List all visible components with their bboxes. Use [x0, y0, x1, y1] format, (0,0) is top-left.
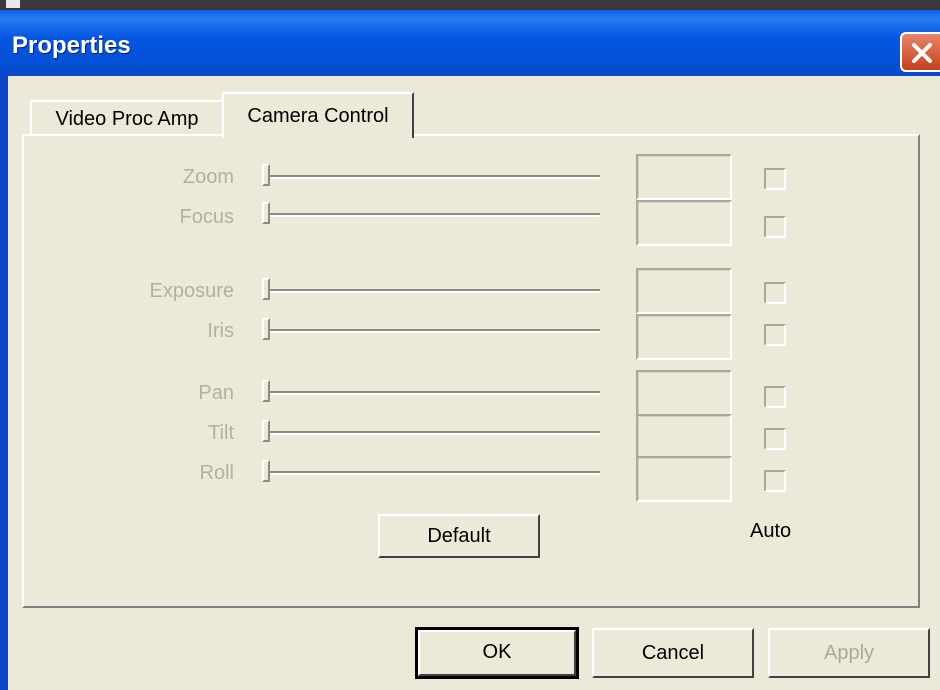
exposure-label: Exposure [149, 280, 235, 302]
focus-slider[interactable] [262, 202, 600, 224]
title-bar[interactable]: Properties [0, 10, 940, 76]
exposure-auto-checkbox[interactable] [764, 282, 786, 304]
slider-thumb[interactable] [262, 164, 270, 186]
slider-track [266, 431, 600, 435]
ok-button-label: OK [482, 641, 512, 663]
exposure-slider[interactable] [262, 278, 600, 300]
slider-track [266, 175, 600, 179]
zoom-auto-checkbox[interactable] [764, 168, 786, 190]
tab-label: Camera Control [247, 105, 389, 127]
pan-slider[interactable] [262, 380, 600, 402]
tab-joiner [224, 136, 412, 142]
roll-label: Roll [199, 462, 234, 484]
iris-label: Iris [207, 320, 234, 342]
default-button[interactable]: Default [378, 514, 540, 558]
zoom-value-field[interactable] [636, 154, 732, 200]
window-title: Properties [12, 32, 131, 59]
close-icon [912, 43, 932, 63]
slider-thumb[interactable] [262, 460, 270, 482]
iris-auto-checkbox[interactable] [764, 324, 786, 346]
tilt-label: Tilt [208, 422, 234, 444]
close-button[interactable] [900, 32, 940, 72]
window-frame-left [0, 76, 8, 690]
slider-thumb[interactable] [262, 380, 270, 402]
slider-track [266, 213, 600, 217]
slider-thumb[interactable] [262, 202, 270, 224]
tab-video-proc-amp[interactable]: Video Proc Amp [30, 100, 224, 136]
top-strip-mark [6, 0, 20, 8]
pan-value-field[interactable] [636, 370, 732, 416]
pan-label: Pan [198, 382, 234, 404]
tilt-value-field[interactable] [636, 414, 732, 460]
cancel-button[interactable]: Cancel [592, 628, 754, 678]
pan-auto-checkbox[interactable] [764, 386, 786, 408]
exposure-value-field[interactable] [636, 268, 732, 314]
zoom-slider[interactable] [262, 164, 600, 186]
roll-slider[interactable] [262, 460, 600, 482]
top-strip [0, 0, 940, 10]
tilt-slider[interactable] [262, 420, 600, 442]
slider-thumb[interactable] [262, 420, 270, 442]
tilt-auto-checkbox[interactable] [764, 428, 786, 450]
slider-thumb[interactable] [262, 278, 270, 300]
iris-value-field[interactable] [636, 314, 732, 360]
focus-label: Focus [179, 206, 234, 228]
focus-auto-checkbox[interactable] [764, 216, 786, 238]
slider-thumb[interactable] [262, 318, 270, 340]
slider-track [266, 471, 600, 475]
auto-column-label: Auto [750, 520, 792, 542]
roll-value-field[interactable] [636, 456, 732, 502]
focus-value-field[interactable] [636, 200, 732, 246]
slider-track [266, 329, 600, 333]
roll-auto-checkbox[interactable] [764, 470, 786, 492]
slider-track [266, 391, 600, 395]
apply-button[interactable]: Apply [768, 628, 930, 678]
slider-track [266, 289, 600, 293]
zoom-label: Zoom [182, 166, 234, 188]
iris-slider[interactable] [262, 318, 600, 340]
ok-button[interactable]: OK [415, 627, 579, 679]
tab-camera-control[interactable]: Camera Control [222, 92, 414, 142]
tab-label: Video Proc Amp [55, 108, 199, 130]
